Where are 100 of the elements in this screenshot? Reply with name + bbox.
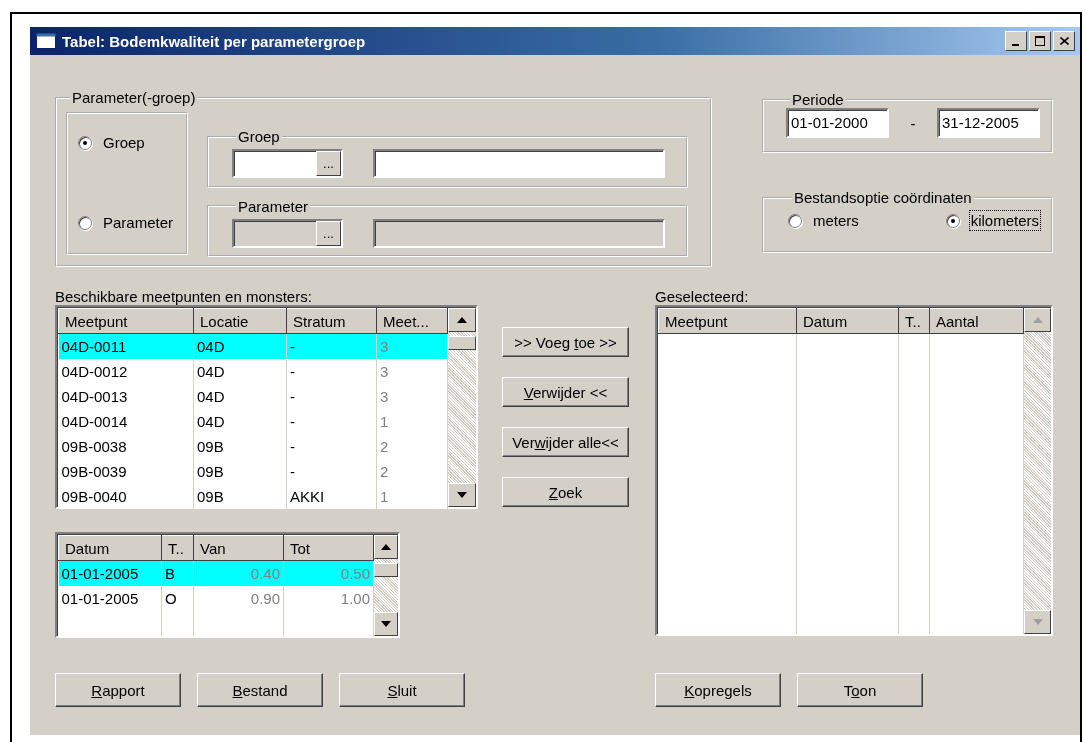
- down-arrow-icon: [381, 621, 391, 627]
- radio-label: Groep: [102, 133, 146, 153]
- table-row[interactable]: 01-01-2005 O 0.90 1.00: [58, 585, 374, 611]
- table-row[interactable]: 04D-0012 04D - 3: [58, 358, 448, 384]
- radio-button[interactable]: [945, 213, 960, 228]
- group-label: Bestandsoptie coördinaten: [793, 189, 973, 206]
- date-field[interactable]: 01-01-2000: [786, 108, 889, 138]
- group-label: Groep: [237, 128, 281, 145]
- lookup-field[interactable]: ...: [232, 149, 343, 178]
- window-icon: [36, 33, 56, 49]
- table-cell: O: [161, 585, 194, 611]
- column-header[interactable]: Stratum: [286, 308, 377, 334]
- radio-button[interactable]: [78, 135, 92, 150]
- column-header[interactable]: Locatie: [193, 308, 287, 334]
- table-cell: 09B: [193, 433, 287, 459]
- column-header[interactable]: T..: [898, 308, 930, 334]
- column-header[interactable]: Datum: [58, 535, 162, 561]
- radio-button[interactable]: [78, 215, 92, 230]
- minimize-icon: [1011, 44, 1019, 46]
- maximize-icon: [1035, 36, 1045, 46]
- table-cell: 04D-0012: [58, 358, 194, 384]
- table-row[interactable]: 04D-0014 04D - 1: [58, 408, 448, 434]
- action-button[interactable]: Verwijder alle<<: [502, 427, 629, 457]
- scroll-up-button[interactable]: [448, 308, 476, 332]
- scrollbar[interactable]: [448, 308, 476, 507]
- table-cell: -: [286, 408, 377, 434]
- list-caption: Geselecteerd:: [655, 288, 750, 305]
- table-cell: -: [286, 358, 377, 384]
- minimize-button[interactable]: [1005, 31, 1027, 51]
- action-button[interactable]: Verwijder <<: [502, 377, 629, 407]
- scroll-down-button[interactable]: [374, 612, 398, 636]
- table-cell: 04D: [193, 383, 287, 409]
- close-button[interactable]: [1053, 31, 1075, 51]
- scroll-down-button[interactable]: [1024, 610, 1051, 634]
- table-cell: 3: [376, 358, 448, 384]
- column-header[interactable]: T..: [161, 535, 194, 561]
- table-cell: 04D-0013: [58, 383, 194, 409]
- table-cell: 09B: [193, 458, 287, 484]
- table-cell: 01-01-2005: [58, 585, 162, 611]
- column-header[interactable]: Datum: [796, 308, 899, 334]
- down-arrow-icon: [457, 492, 467, 498]
- radio-button[interactable]: [788, 213, 802, 228]
- table-cell: 1: [376, 483, 448, 509]
- input-field[interactable]: [373, 149, 665, 178]
- table-cell: 1: [376, 408, 448, 434]
- table-cell: -: [286, 333, 377, 359]
- window-title: Tabel: Bodemkwaliteit per parametergroep: [62, 32, 367, 50]
- down-arrow-icon: [1032, 619, 1043, 625]
- scrollbar-thumb[interactable]: [448, 336, 476, 350]
- table-cell: 09B-0038: [58, 433, 194, 459]
- column-header[interactable]: Meet...: [376, 308, 448, 334]
- browse-button[interactable]: ...: [316, 151, 341, 176]
- scrollbar[interactable]: [1024, 308, 1051, 634]
- close-icon: [1059, 37, 1069, 45]
- up-arrow-icon: [457, 317, 467, 323]
- list-caption: Beschikbare meetpunten en monsters:: [55, 288, 313, 305]
- table-cell: 3: [376, 383, 448, 409]
- table-row[interactable]: 04D-0011 04D - 3: [58, 333, 448, 359]
- table-cell: 09B-0039: [58, 458, 194, 484]
- action-button[interactable]: Rapport: [55, 673, 181, 707]
- table-cell: -: [286, 458, 377, 484]
- column-header[interactable]: Meetpunt: [658, 308, 797, 334]
- scroll-up-button[interactable]: [374, 535, 398, 559]
- column-header[interactable]: Van: [193, 535, 284, 561]
- action-button[interactable]: Zoek: [502, 477, 629, 507]
- scrollbar-thumb[interactable]: [374, 563, 398, 577]
- table-row[interactable]: 09B-0039 09B - 2: [58, 458, 448, 484]
- action-button[interactable]: >> Voeg toe >>: [502, 327, 629, 357]
- action-button[interactable]: Kopregels: [655, 673, 781, 707]
- up-arrow-icon: [1032, 317, 1043, 323]
- radio-label: meters: [812, 211, 860, 231]
- date-field[interactable]: 31-12-2005: [937, 108, 1040, 138]
- table-row[interactable]: 09B-0038 09B - 2: [58, 433, 448, 459]
- separator-label: -: [909, 114, 917, 132]
- table-row[interactable]: 09B-0040 09B AKKI 1: [58, 483, 448, 509]
- scrollbar[interactable]: [374, 535, 398, 636]
- action-button[interactable]: Sluit: [339, 673, 465, 707]
- table-row[interactable]: 04D-0013 04D - 3: [58, 383, 448, 409]
- column-header[interactable]: Meetpunt: [58, 308, 194, 334]
- maximize-button[interactable]: [1029, 31, 1051, 51]
- group-label: Parameter: [237, 197, 310, 215]
- table-cell: 09B: [193, 483, 287, 509]
- table-cell: AKKI: [286, 483, 377, 509]
- up-arrow-icon: [381, 544, 391, 550]
- table-cell: 0.50: [283, 560, 374, 586]
- table-cell: 04D: [193, 358, 287, 384]
- table-cell: 04D: [193, 408, 287, 434]
- table-row[interactable]: 01-01-2005 B 0.40 0.50: [58, 560, 374, 586]
- action-button[interactable]: Bestand: [197, 673, 323, 707]
- scroll-down-button[interactable]: [448, 483, 476, 507]
- group-label: Periode: [791, 91, 845, 108]
- column-header[interactable]: Aantal: [929, 308, 1024, 334]
- radio-label: kilometers: [968, 210, 1041, 231]
- table-cell: 04D-0011: [58, 333, 194, 359]
- table-cell: 09B-0040: [58, 483, 194, 509]
- column-header[interactable]: Tot: [283, 535, 374, 561]
- table-cell: 04D-0014: [58, 408, 194, 434]
- table-cell: 0.40: [193, 560, 284, 586]
- scroll-up-button[interactable]: [1024, 308, 1051, 332]
- action-button[interactable]: Toon: [797, 673, 923, 707]
